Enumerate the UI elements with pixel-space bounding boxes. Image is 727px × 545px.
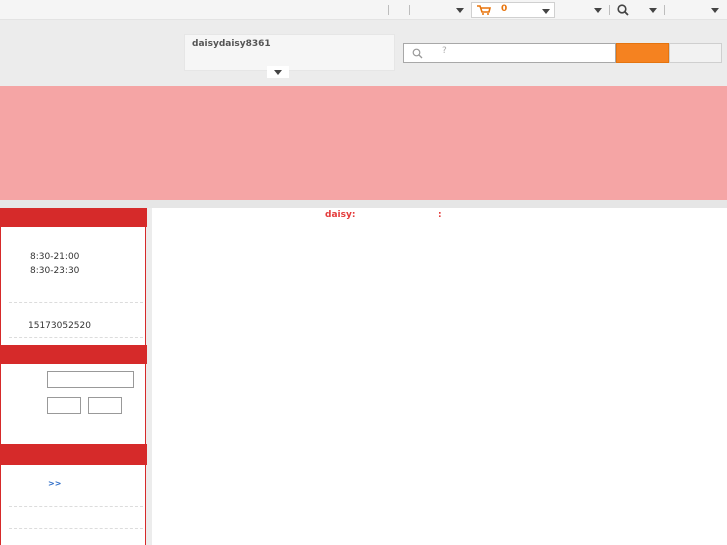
secondary-search-button[interactable]: [669, 43, 722, 63]
banner: [0, 86, 727, 200]
chevron-down-icon[interactable]: [649, 8, 657, 13]
divider-strip: [0, 200, 727, 208]
query-input-small[interactable]: [47, 397, 81, 414]
search-placeholder: ?: [442, 46, 447, 56]
user-dropdown-toggle[interactable]: [267, 66, 289, 78]
divider: [9, 506, 143, 507]
divider: [9, 302, 143, 303]
business-hours: 8:30-21:00: [30, 252, 80, 262]
chevron-down-icon[interactable]: [594, 8, 602, 13]
business-hours: 8:30-23:30: [30, 266, 80, 276]
top-nav-bar: 0: [0, 0, 727, 20]
divider: [409, 5, 410, 15]
divider: [664, 5, 665, 15]
sidebar-header-hours: [1, 208, 147, 227]
sidebar-header-links: [1, 446, 147, 465]
query-input-small[interactable]: [88, 397, 122, 414]
chevron-down-icon[interactable]: [456, 8, 464, 13]
cart-count: 0: [501, 4, 508, 14]
chevron-down-icon: [274, 70, 282, 75]
sidebar: 8:30-21:00 8:30-23:30 15173052520 >>: [0, 208, 147, 545]
search-button[interactable]: [616, 43, 669, 63]
main-content: daisy: :: [152, 208, 727, 545]
query-input[interactable]: [47, 371, 134, 388]
chevron-down-icon: [542, 9, 550, 14]
search-icon: [412, 48, 423, 59]
sidebar-header-query: [1, 345, 147, 364]
user-panel[interactable]: daisydaisy8361: [184, 34, 395, 71]
divider: [9, 337, 143, 338]
cart-icon: [477, 5, 491, 15]
cart-button[interactable]: 0: [471, 2, 555, 18]
page-title: daisy:: [325, 210, 356, 220]
divider: [9, 528, 143, 529]
more-link[interactable]: >>: [48, 479, 61, 488]
divider: [388, 5, 389, 15]
search-icon[interactable]: [617, 4, 629, 16]
username: daisydaisy8361: [192, 39, 271, 49]
search-input[interactable]: ?: [403, 43, 616, 63]
phone-number: 15173052520: [28, 321, 91, 331]
header: daisydaisy8361 ?: [0, 21, 727, 85]
chevron-down-icon[interactable]: [711, 8, 719, 13]
divider: [609, 5, 610, 15]
title-colon: :: [438, 210, 442, 220]
